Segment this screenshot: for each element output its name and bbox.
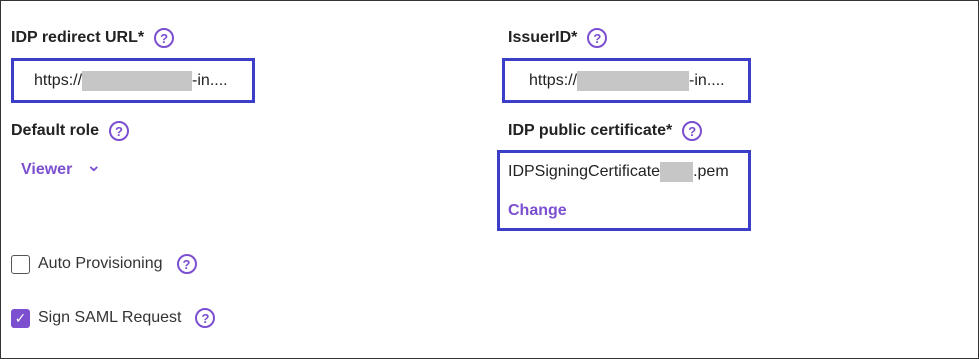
sign-saml-request-checkbox[interactable]: ✓ bbox=[11, 308, 30, 328]
sign-saml-request-help-icon[interactable]: ? bbox=[195, 308, 216, 328]
idp-certificate-label: IDP public certificate* ? bbox=[508, 121, 703, 141]
idp-redirect-url-help-icon[interactable]: ? bbox=[154, 28, 175, 48]
idp-redirect-url-prefix: https:// bbox=[34, 71, 83, 89]
certificate-file-prefix: IDPSigningCertificate bbox=[508, 163, 661, 180]
idp-redirect-url-redacted bbox=[82, 70, 193, 91]
idp-redirect-url-field[interactable]: https:// -in.... bbox=[11, 58, 255, 103]
issuer-id-suffix: -in.... bbox=[689, 71, 725, 89]
default-role-label-text: Default role bbox=[11, 122, 100, 139]
settings-panel bbox=[0, 0, 979, 359]
sign-saml-request-row: ✓ Sign SAML Request ? bbox=[11, 308, 216, 328]
default-role-label: Default role ? bbox=[11, 121, 130, 141]
issuer-id-label: IssuerID* ? bbox=[508, 28, 608, 48]
sign-saml-request-label: Sign SAML Request bbox=[38, 309, 182, 326]
issuer-id-prefix: https:// bbox=[529, 71, 578, 89]
issuer-id-help-icon[interactable]: ? bbox=[587, 28, 608, 48]
certificate-file-name: IDPSigningCertificate .pem bbox=[508, 162, 729, 182]
auto-provisioning-label: Auto Provisioning bbox=[38, 255, 163, 272]
checkmark-icon: ✓ bbox=[14, 310, 27, 326]
auto-provisioning-checkbox[interactable] bbox=[11, 254, 30, 274]
idp-certificate-help-icon[interactable]: ? bbox=[682, 121, 703, 141]
issuer-id-redacted bbox=[577, 70, 690, 91]
certificate-file-redacted bbox=[660, 162, 694, 182]
idp-redirect-url-suffix: -in.... bbox=[192, 71, 228, 89]
idp-certificate-label-text: IDP public certificate* bbox=[508, 122, 673, 139]
idp-redirect-url-label: IDP redirect URL* ? bbox=[11, 28, 175, 48]
certificate-file-suffix: .pem bbox=[693, 163, 729, 180]
default-role-help-icon[interactable]: ? bbox=[109, 121, 130, 141]
auto-provisioning-row: Auto Provisioning ? bbox=[11, 254, 197, 274]
issuer-id-field[interactable]: https:// -in.... bbox=[502, 58, 751, 103]
issuer-id-label-text: IssuerID* bbox=[508, 29, 578, 46]
default-role-selected: Viewer bbox=[21, 160, 73, 178]
auto-provisioning-help-icon[interactable]: ? bbox=[176, 254, 197, 274]
default-role-dropdown[interactable]: Viewer ⌄ bbox=[21, 155, 101, 180]
chevron-down-icon: ⌄ bbox=[86, 155, 102, 175]
idp-certificate-box: IDPSigningCertificate .pem Change bbox=[497, 150, 751, 231]
change-certificate-link[interactable]: Change bbox=[508, 202, 567, 220]
idp-redirect-url-label-text: IDP redirect URL* bbox=[11, 29, 145, 46]
